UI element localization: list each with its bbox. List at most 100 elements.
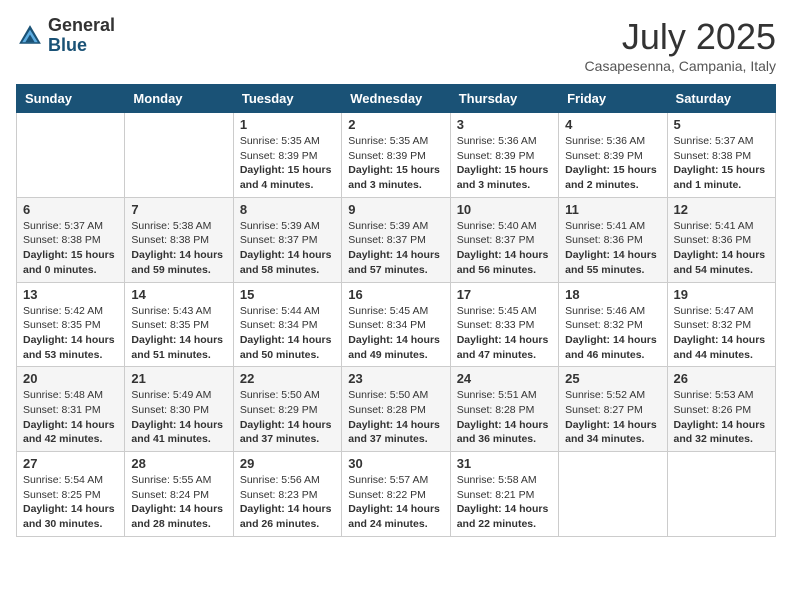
day-cell-12: 12 Sunrise: 5:41 AMSunset: 8:36 PMDayligh… <box>667 197 775 282</box>
week-row-1: 1 Sunrise: 5:35 AMSunset: 8:39 PMDaylight… <box>17 113 776 198</box>
weekday-header-row: SundayMondayTuesdayWednesdayThursdayFrid… <box>17 85 776 113</box>
day-number: 2 <box>348 117 443 132</box>
day-number: 7 <box>131 202 226 217</box>
day-info: Sunrise: 5:55 AMSunset: 8:24 PMDaylight:… <box>131 473 226 532</box>
day-cell-5: 5 Sunrise: 5:37 AMSunset: 8:38 PMDaylight… <box>667 113 775 198</box>
day-number: 28 <box>131 456 226 471</box>
day-info: Sunrise: 5:39 AMSunset: 8:37 PMDaylight:… <box>348 219 443 278</box>
weekday-header-monday: Monday <box>125 85 233 113</box>
day-info: Sunrise: 5:49 AMSunset: 8:30 PMDaylight:… <box>131 388 226 447</box>
day-number: 27 <box>23 456 118 471</box>
day-number: 23 <box>348 371 443 386</box>
day-number: 21 <box>131 371 226 386</box>
month-title: July 2025 <box>585 16 776 58</box>
day-number: 8 <box>240 202 335 217</box>
day-cell-17: 17Sunrise: 5:45 AMSunset: 8:33 PMDayligh… <box>450 282 558 367</box>
day-cell-21: 21 Sunrise: 5:49 AMSunset: 8:30 PMDayligh… <box>125 367 233 452</box>
day-cell-30: 30 Sunrise: 5:57 AMSunset: 8:22 PMDayligh… <box>342 452 450 537</box>
day-info: Sunrise: 5:41 AMSunset: 8:36 PMDaylight:… <box>565 219 660 278</box>
weekday-header-wednesday: Wednesday <box>342 85 450 113</box>
day-cell-7: 7 Sunrise: 5:38 AMSunset: 8:38 PMDaylight… <box>125 197 233 282</box>
logo-blue-text: Blue <box>48 35 87 55</box>
day-number: 16 <box>348 287 443 302</box>
logo-general-text: General <box>48 15 115 35</box>
day-number: 3 <box>457 117 552 132</box>
weekday-header-saturday: Saturday <box>667 85 775 113</box>
day-cell-13: 13Sunrise: 5:42 AMSunset: 8:35 PMDayligh… <box>17 282 125 367</box>
day-number: 18 <box>565 287 660 302</box>
day-cell-26: 26 Sunrise: 5:53 AMSunset: 8:26 PMDayligh… <box>667 367 775 452</box>
day-cell-23: 23 Sunrise: 5:50 AMSunset: 8:28 PMDayligh… <box>342 367 450 452</box>
day-cell-6: 6 Sunrise: 5:37 AMSunset: 8:38 PMDaylight… <box>17 197 125 282</box>
day-number: 4 <box>565 117 660 132</box>
day-info: Sunrise: 5:47 AMSunset: 8:32 PMDaylight:… <box>674 304 769 363</box>
day-info: Sunrise: 5:58 AMSunset: 8:21 PMDaylight:… <box>457 473 552 532</box>
day-cell-16: 16 Sunrise: 5:45 AMSunset: 8:34 PMDayligh… <box>342 282 450 367</box>
day-number: 15 <box>240 287 335 302</box>
day-info: Sunrise: 5:39 AMSunset: 8:37 PMDaylight:… <box>240 219 335 278</box>
day-cell-24: 24 Sunrise: 5:51 AMSunset: 8:28 PMDayligh… <box>450 367 558 452</box>
day-number: 13 <box>23 287 118 302</box>
weekday-header-friday: Friday <box>559 85 667 113</box>
day-number: 22 <box>240 371 335 386</box>
day-cell-14: 14Sunrise: 5:43 AMSunset: 8:35 PMDayligh… <box>125 282 233 367</box>
day-cell-18: 18Sunrise: 5:46 AMSunset: 8:32 PMDayligh… <box>559 282 667 367</box>
day-cell-31: 31 Sunrise: 5:58 AMSunset: 8:21 PMDayligh… <box>450 452 558 537</box>
day-info: Sunrise: 5:41 AMSunset: 8:36 PMDaylight:… <box>674 219 769 278</box>
day-cell-29: 29Sunrise: 5:56 AMSunset: 8:23 PMDayligh… <box>233 452 341 537</box>
day-number: 30 <box>348 456 443 471</box>
day-number: 5 <box>674 117 769 132</box>
day-info: Sunrise: 5:52 AMSunset: 8:27 PMDaylight:… <box>565 388 660 447</box>
day-number: 29 <box>240 456 335 471</box>
day-info: Sunrise: 5:43 AMSunset: 8:35 PMDaylight:… <box>131 304 226 363</box>
day-number: 31 <box>457 456 552 471</box>
day-number: 6 <box>23 202 118 217</box>
day-cell-2: 2 Sunrise: 5:35 AMSunset: 8:39 PMDaylight… <box>342 113 450 198</box>
day-cell-10: 10 Sunrise: 5:40 AMSunset: 8:37 PMDayligh… <box>450 197 558 282</box>
day-info: Sunrise: 5:53 AMSunset: 8:26 PMDaylight:… <box>674 388 769 447</box>
day-info: Sunrise: 5:45 AMSunset: 8:34 PMDaylight:… <box>348 304 443 363</box>
logo: General Blue <box>16 16 115 56</box>
day-number: 25 <box>565 371 660 386</box>
day-cell-4: 4Sunrise: 5:36 AMSunset: 8:39 PMDaylight… <box>559 113 667 198</box>
day-info: Sunrise: 5:50 AMSunset: 8:28 PMDaylight:… <box>348 388 443 447</box>
day-info: Sunrise: 5:54 AMSunset: 8:25 PMDaylight:… <box>23 473 118 532</box>
day-number: 11 <box>565 202 660 217</box>
week-row-4: 20 Sunrise: 5:48 AMSunset: 8:31 PMDayligh… <box>17 367 776 452</box>
day-info: Sunrise: 5:35 AMSunset: 8:39 PMDaylight:… <box>348 134 443 193</box>
page-header: General Blue July 2025 Casapesenna, Camp… <box>16 16 776 74</box>
day-cell-25: 25 Sunrise: 5:52 AMSunset: 8:27 PMDayligh… <box>559 367 667 452</box>
day-number: 1 <box>240 117 335 132</box>
day-info: Sunrise: 5:51 AMSunset: 8:28 PMDaylight:… <box>457 388 552 447</box>
day-info: Sunrise: 5:36 AMSunset: 8:39 PMDaylight:… <box>457 134 552 193</box>
day-info: Sunrise: 5:48 AMSunset: 8:31 PMDaylight:… <box>23 388 118 447</box>
weekday-header-tuesday: Tuesday <box>233 85 341 113</box>
day-cell-8: 8 Sunrise: 5:39 AMSunset: 8:37 PMDaylight… <box>233 197 341 282</box>
day-info: Sunrise: 5:45 AMSunset: 8:33 PMDaylight:… <box>457 304 552 363</box>
day-number: 24 <box>457 371 552 386</box>
day-cell-22: 22Sunrise: 5:50 AMSunset: 8:29 PMDayligh… <box>233 367 341 452</box>
day-number: 10 <box>457 202 552 217</box>
empty-cell <box>125 113 233 198</box>
day-number: 12 <box>674 202 769 217</box>
weekday-header-sunday: Sunday <box>17 85 125 113</box>
day-info: Sunrise: 5:37 AMSunset: 8:38 PMDaylight:… <box>23 219 118 278</box>
day-info: Sunrise: 5:57 AMSunset: 8:22 PMDaylight:… <box>348 473 443 532</box>
logo-icon <box>16 22 44 50</box>
empty-cell <box>559 452 667 537</box>
day-number: 20 <box>23 371 118 386</box>
day-info: Sunrise: 5:35 AMSunset: 8:39 PMDaylight:… <box>240 134 335 193</box>
day-cell-3: 3 Sunrise: 5:36 AMSunset: 8:39 PMDaylight… <box>450 113 558 198</box>
day-number: 26 <box>674 371 769 386</box>
weekday-header-thursday: Thursday <box>450 85 558 113</box>
empty-cell <box>17 113 125 198</box>
day-info: Sunrise: 5:40 AMSunset: 8:37 PMDaylight:… <box>457 219 552 278</box>
day-info: Sunrise: 5:37 AMSunset: 8:38 PMDaylight:… <box>674 134 769 193</box>
title-block: July 2025 Casapesenna, Campania, Italy <box>585 16 776 74</box>
week-row-2: 6 Sunrise: 5:37 AMSunset: 8:38 PMDaylight… <box>17 197 776 282</box>
day-info: Sunrise: 5:38 AMSunset: 8:38 PMDaylight:… <box>131 219 226 278</box>
empty-cell <box>667 452 775 537</box>
week-row-5: 27 Sunrise: 5:54 AMSunset: 8:25 PMDayligh… <box>17 452 776 537</box>
calendar-table: SundayMondayTuesdayWednesdayThursdayFrid… <box>16 84 776 537</box>
week-row-3: 13Sunrise: 5:42 AMSunset: 8:35 PMDayligh… <box>17 282 776 367</box>
